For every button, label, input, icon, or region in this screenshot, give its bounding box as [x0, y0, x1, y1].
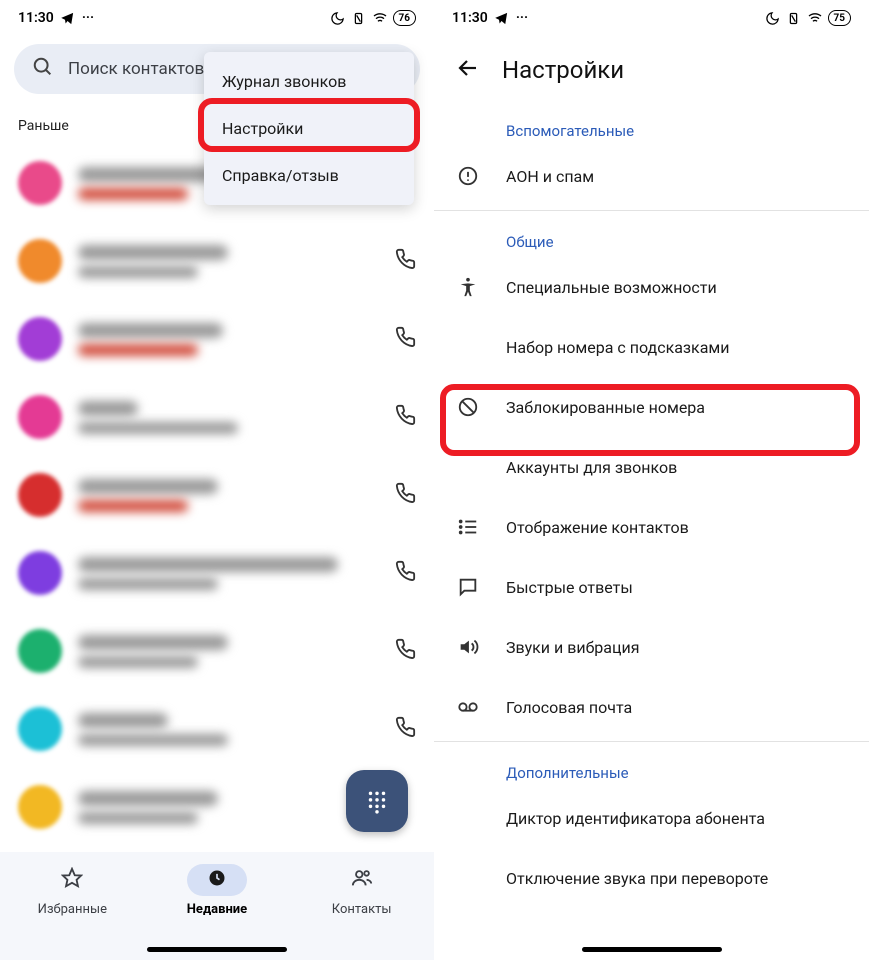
item-label: АОН и спам	[506, 167, 594, 186]
nav-label: Недавние	[187, 902, 247, 917]
phone-icon[interactable]	[394, 638, 416, 664]
vibrate-icon	[786, 10, 802, 26]
dnd-icon	[330, 10, 346, 26]
phone-icon[interactable]	[394, 248, 416, 274]
dialpad-fab[interactable]	[346, 770, 408, 832]
clock-icon	[207, 868, 227, 892]
item-label: Специальные возможности	[506, 278, 717, 297]
search-placeholder: Поиск контактов	[68, 59, 204, 79]
section-general: Общие	[434, 215, 869, 257]
battery-indicator: 75	[828, 10, 851, 26]
menu-call-log[interactable]: Журнал звонков	[204, 58, 414, 105]
status-bar: 11:30 ··· 76	[0, 0, 434, 36]
clock-time: 11:30	[452, 10, 488, 26]
item-blocked-numbers[interactable]: Заблокированные номера	[434, 377, 869, 437]
vibrate-icon	[351, 10, 367, 26]
people-icon	[351, 867, 373, 893]
contact-row[interactable]	[0, 378, 434, 456]
nav-contacts[interactable]: Контакты	[307, 864, 417, 917]
phone-icon[interactable]	[394, 482, 416, 508]
back-arrow-icon[interactable]	[456, 56, 480, 84]
item-label: Заблокированные номера	[506, 398, 705, 417]
contact-row[interactable]	[0, 456, 434, 534]
item-label: Отображение контактов	[506, 518, 689, 537]
item-display-contacts[interactable]: Отображение контактов	[434, 497, 869, 557]
nav-favorites[interactable]: Избранные	[17, 864, 127, 917]
section-additional: Дополнительные	[434, 746, 869, 788]
nav-label: Контакты	[332, 902, 392, 917]
item-label: Быстрые ответы	[506, 578, 633, 597]
item-sounds[interactable]: Звуки и вибрация	[434, 617, 869, 677]
more-icon: ···	[82, 10, 94, 26]
contact-row[interactable]	[0, 534, 434, 612]
info-icon	[456, 165, 480, 187]
home-indicator[interactable]	[147, 947, 287, 952]
phone-icon[interactable]	[394, 404, 416, 430]
telegram-icon	[60, 10, 76, 26]
contact-row[interactable]	[0, 612, 434, 690]
menu-settings[interactable]: Настройки	[204, 105, 414, 152]
item-assisted-dialing[interactable]: Набор номера с подсказками	[434, 317, 869, 377]
contact-row[interactable]	[0, 222, 434, 300]
item-label: Диктор идентификатора абонента	[506, 809, 765, 828]
nav-label: Избранные	[38, 902, 107, 917]
more-icon: ···	[516, 10, 528, 26]
item-label: Отключение звука при перевороте	[506, 869, 768, 888]
item-label: Голосовая почта	[506, 698, 632, 717]
item-caller-announce[interactable]: Диктор идентификатора абонента	[434, 788, 869, 848]
nav-recent[interactable]: Недавние	[162, 864, 272, 917]
list-icon	[456, 516, 480, 538]
phone-icon[interactable]	[394, 326, 416, 352]
settings-title: Настройки	[502, 56, 624, 84]
block-icon	[456, 396, 480, 418]
battery-indicator: 76	[393, 10, 416, 26]
item-label: Набор номера с подсказками	[506, 338, 730, 357]
item-voicemail[interactable]: Голосовая почта	[434, 677, 869, 737]
message-icon	[456, 576, 480, 598]
voicemail-icon	[456, 696, 480, 718]
divider	[434, 210, 869, 211]
volume-icon	[456, 636, 480, 658]
dnd-icon	[765, 10, 781, 26]
item-calling-accounts[interactable]: Аккаунты для звонков	[434, 437, 869, 497]
wifi-icon	[807, 10, 823, 26]
item-quick-responses[interactable]: Быстрые ответы	[434, 557, 869, 617]
menu-help[interactable]: Справка/отзыв	[204, 152, 414, 199]
clock-time: 11:30	[18, 10, 54, 26]
item-flip-silence[interactable]: Отключение звука при перевороте	[434, 848, 869, 908]
star-icon	[61, 867, 83, 893]
phone-icon[interactable]	[394, 716, 416, 742]
telegram-icon	[494, 10, 510, 26]
section-assistive: Вспомогательные	[434, 104, 869, 146]
accessibility-icon	[456, 276, 480, 298]
item-caller-id-spam[interactable]: АОН и спам	[434, 146, 869, 206]
contact-row[interactable]	[0, 300, 434, 378]
search-icon	[32, 56, 54, 83]
item-label: Аккаунты для звонков	[506, 458, 677, 477]
item-label: Звуки и вибрация	[506, 638, 639, 657]
wifi-icon	[372, 10, 388, 26]
item-accessibility[interactable]: Специальные возможности	[434, 257, 869, 317]
phone-icon[interactable]	[394, 560, 416, 586]
home-indicator[interactable]	[582, 947, 722, 952]
bottom-nav: Избранные Недавние Контакты	[0, 852, 434, 960]
overflow-menu: Журнал звонков Настройки Справка/отзыв	[204, 52, 414, 205]
status-bar: 11:30 ··· 75	[434, 0, 869, 36]
divider	[434, 741, 869, 742]
contact-row[interactable]	[0, 690, 434, 768]
